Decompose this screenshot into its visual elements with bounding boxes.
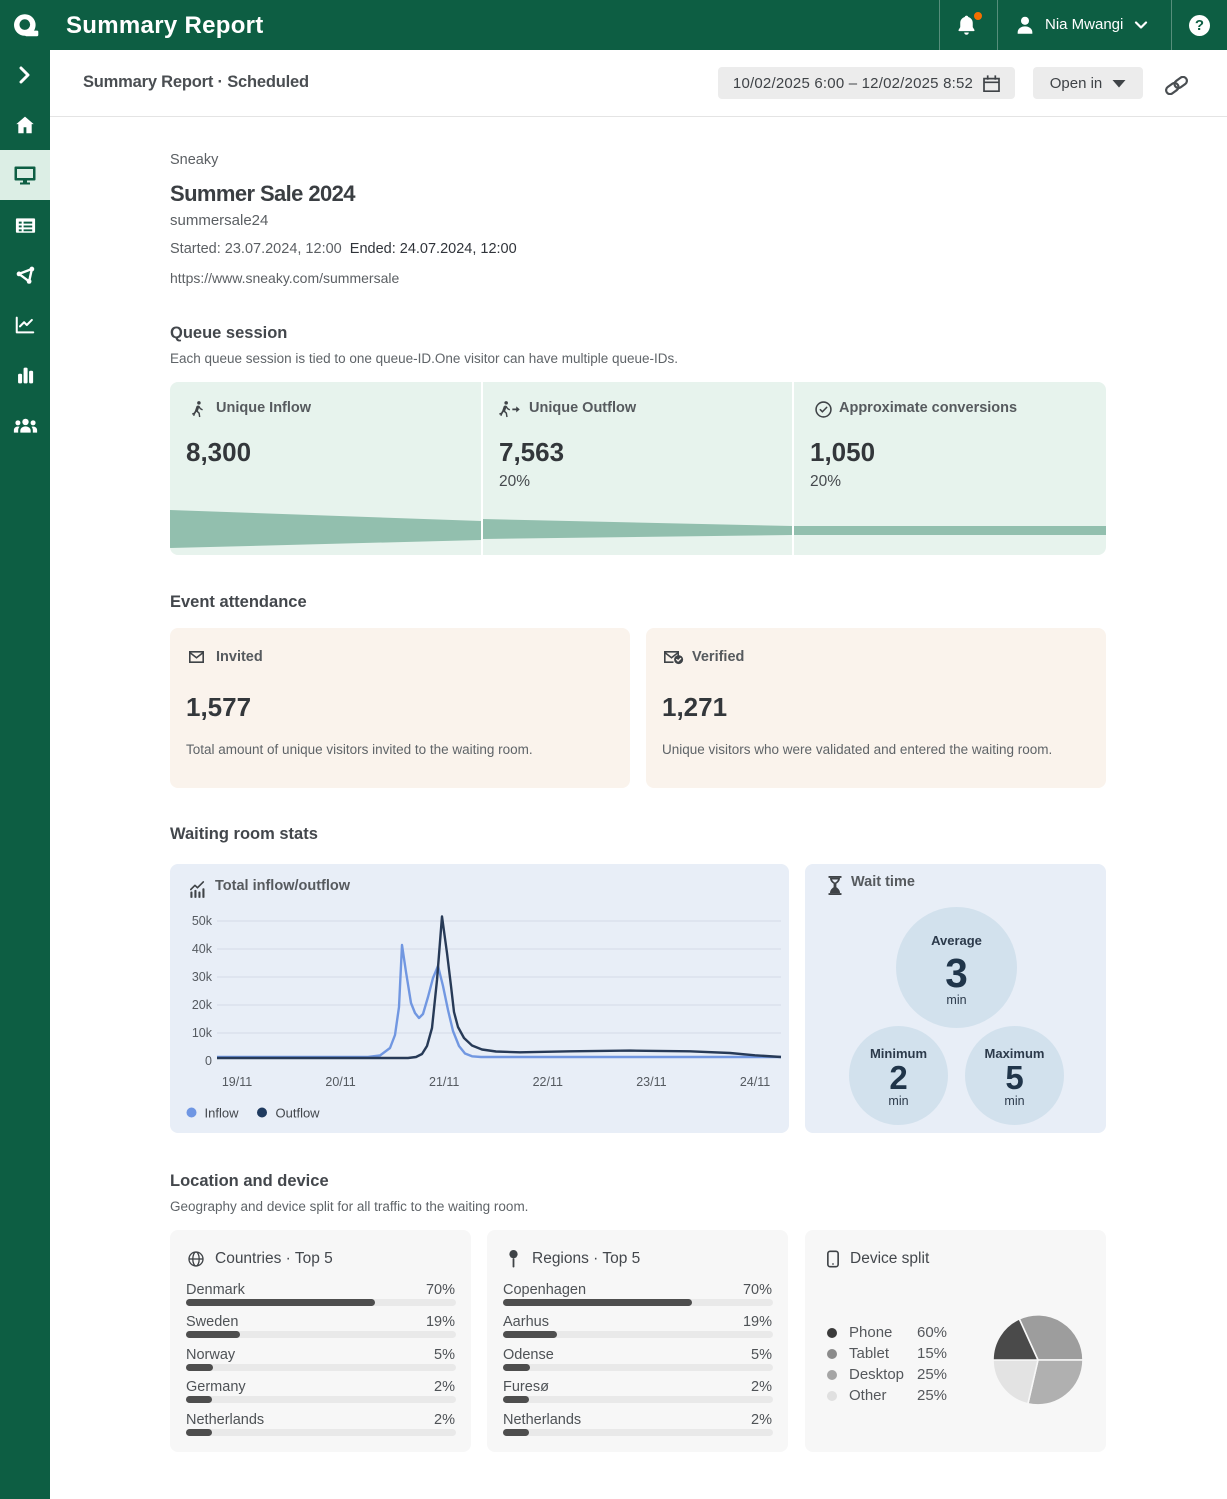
- svg-text:22/11: 22/11: [533, 1075, 563, 1089]
- svg-text:21/11: 21/11: [429, 1075, 459, 1089]
- svg-text:20/11: 20/11: [325, 1075, 355, 1089]
- svg-text:30k: 30k: [192, 970, 213, 984]
- svg-text:24/11: 24/11: [740, 1075, 770, 1089]
- svg-text:Inflow: Inflow: [205, 1106, 240, 1121]
- svg-text:19/11: 19/11: [222, 1075, 252, 1089]
- svg-text:40k: 40k: [192, 942, 213, 956]
- svg-text:50k: 50k: [192, 914, 213, 928]
- svg-text:23/11: 23/11: [636, 1075, 666, 1089]
- svg-text:20k: 20k: [192, 998, 213, 1012]
- svg-text:10k: 10k: [192, 1026, 213, 1040]
- svg-text:0: 0: [205, 1054, 212, 1068]
- svg-text:Outflow: Outflow: [276, 1106, 321, 1121]
